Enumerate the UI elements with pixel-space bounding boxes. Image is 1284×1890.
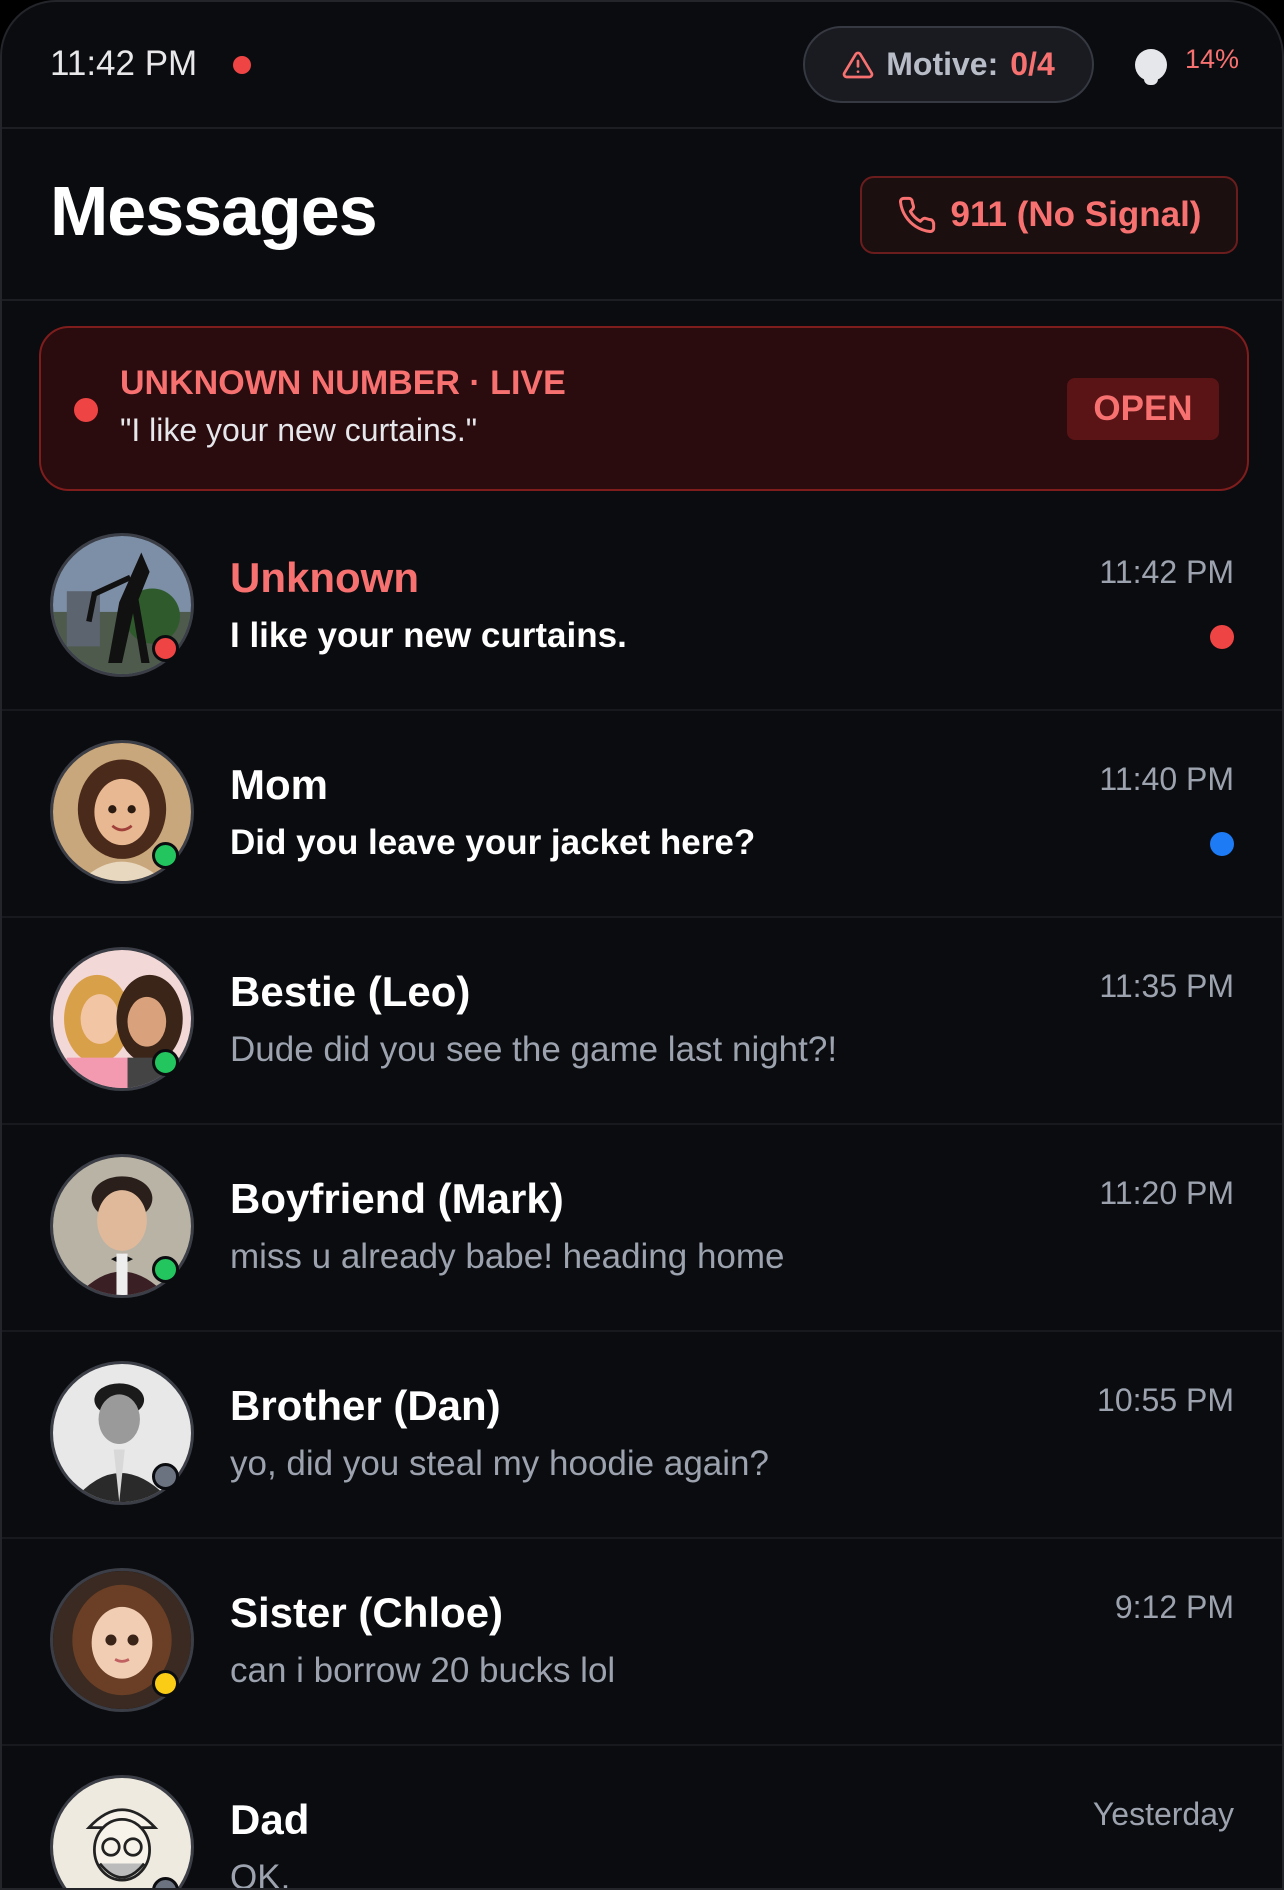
presence-indicator [152, 635, 179, 662]
recording-indicator [233, 56, 251, 74]
message-preview: Did you leave your jacket here? [230, 823, 756, 862]
presence-indicator [152, 842, 179, 869]
unread-indicator [1210, 625, 1234, 649]
conversation-row[interactable]: Dad OK. Yesterday [2, 1746, 1282, 1890]
message-time: Yesterday [1092, 1796, 1234, 1832]
battery-icon [1135, 49, 1167, 85]
motive-value: 0/4 [1010, 46, 1055, 82]
contact-name: Unknown [230, 554, 419, 601]
conversation-row[interactable]: Boyfriend (Mark) miss u already babe! he… [2, 1125, 1282, 1332]
motive-counter[interactable]: Motive: 0/4 [803, 26, 1094, 103]
presence-indicator [152, 1256, 179, 1283]
message-time: 11:20 PM [1099, 1175, 1234, 1211]
conversation-list: Unknown I like your new curtains. 11:42 … [2, 504, 1282, 1890]
contact-name: Boyfriend (Mark) [230, 1175, 564, 1222]
contact-name: Sister (Chloe) [230, 1589, 504, 1636]
unread-indicator [1210, 832, 1234, 856]
app-header: Messages 911 (No Signal) [2, 131, 1282, 301]
dad-avatar [50, 1775, 194, 1888]
message-preview: miss u already babe! heading home [230, 1237, 785, 1276]
conversation-row[interactable]: Unknown I like your new curtains. 11:42 … [2, 504, 1282, 711]
open-button[interactable]: OPEN [1067, 378, 1219, 440]
contact-name: Brother (Dan) [230, 1382, 501, 1429]
alert-message: "I like your new curtains." [120, 412, 478, 448]
status-clock: 11:42 PM [50, 44, 198, 83]
motive-label: Motive: [886, 46, 999, 82]
message-time: 11:40 PM [1099, 761, 1234, 797]
page-title: Messages [50, 172, 378, 250]
conversation-row[interactable]: Mom Did you leave your jacket here? 11:4… [2, 711, 1282, 918]
contact-name: Mom [230, 761, 328, 808]
live-indicator [74, 398, 98, 422]
conversation-row[interactable]: Bestie (Leo) Dude did you see the game l… [2, 918, 1282, 1125]
emergency-call-label: 911 (No Signal) [950, 195, 1202, 234]
message-preview: can i borrow 20 bucks lol [230, 1651, 616, 1690]
emergency-call-button[interactable]: 911 (No Signal) [860, 176, 1238, 254]
presence-indicator [152, 1670, 179, 1697]
alert-heading: UNKNOWN NUMBER · LIVE [120, 364, 566, 402]
message-time: 11:42 PM [1099, 554, 1234, 590]
presence-indicator [152, 1049, 179, 1076]
presence-indicator [152, 1463, 179, 1490]
message-preview: I like your new curtains. [230, 616, 627, 655]
message-preview: Dude did you see the game last night?! [230, 1030, 838, 1069]
status-bar: 11:42 PM Motive: 0/4 14% [2, 2, 1282, 129]
warning-icon [842, 51, 874, 78]
message-preview: OK. [230, 1858, 291, 1890]
message-time: 9:12 PM [1114, 1589, 1234, 1625]
contact-name: Bestie (Leo) [230, 968, 471, 1015]
phone-icon [898, 196, 935, 233]
message-time: 11:35 PM [1099, 968, 1234, 1004]
conversation-row[interactable]: Brother (Dan) yo, did you steal my hoodi… [2, 1332, 1282, 1539]
message-time: 10:55 PM [1097, 1382, 1234, 1418]
message-preview: yo, did you steal my hoodie again? [230, 1444, 769, 1483]
phone-screen: 11:42 PM Motive: 0/4 14% Messages 911 (N… [0, 0, 1284, 1890]
battery-level: 14% [1185, 44, 1240, 74]
live-alert-banner[interactable]: UNKNOWN NUMBER · LIVE "I like your new c… [39, 326, 1249, 491]
conversation-row[interactable]: Sister (Chloe) can i borrow 20 bucks lol… [2, 1539, 1282, 1746]
contact-name: Dad [230, 1796, 310, 1843]
